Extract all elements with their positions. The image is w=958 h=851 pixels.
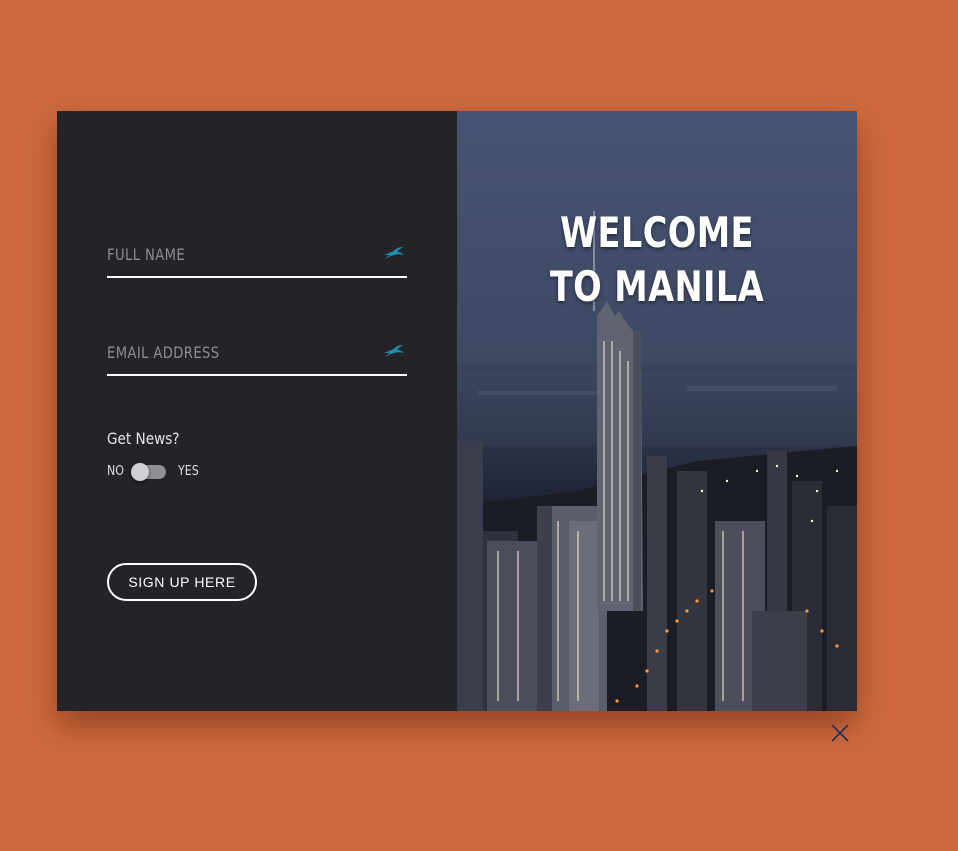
email-field: [107, 334, 407, 376]
welcome-line-2: TO MANILA: [549, 262, 765, 311]
full-name-input[interactable]: [107, 236, 321, 272]
sign-up-button[interactable]: SIGN UP HERE: [107, 563, 257, 601]
city-hero-panel: WELCOME TO MANILA: [457, 111, 857, 711]
city-skyline-image: [457, 211, 857, 711]
toggle-knob: [131, 463, 149, 481]
signup-modal: Get News? NO YES SIGN UP HERE: [57, 111, 857, 711]
welcome-heading: WELCOME TO MANILA: [497, 206, 817, 314]
full-name-field: [107, 236, 407, 278]
email-input[interactable]: [107, 334, 321, 370]
bird-icon: [384, 345, 404, 357]
close-icon[interactable]: [829, 722, 851, 744]
bird-icon: [384, 247, 404, 259]
welcome-line-1: WELCOME: [560, 208, 754, 257]
toggle-no-label: NO: [107, 464, 124, 479]
signup-form-panel: Get News? NO YES SIGN UP HERE: [57, 111, 457, 711]
toggle-yes-label: YES: [178, 464, 199, 479]
news-question-label: Get News?: [107, 429, 180, 448]
news-toggle-switch[interactable]: [131, 463, 166, 481]
